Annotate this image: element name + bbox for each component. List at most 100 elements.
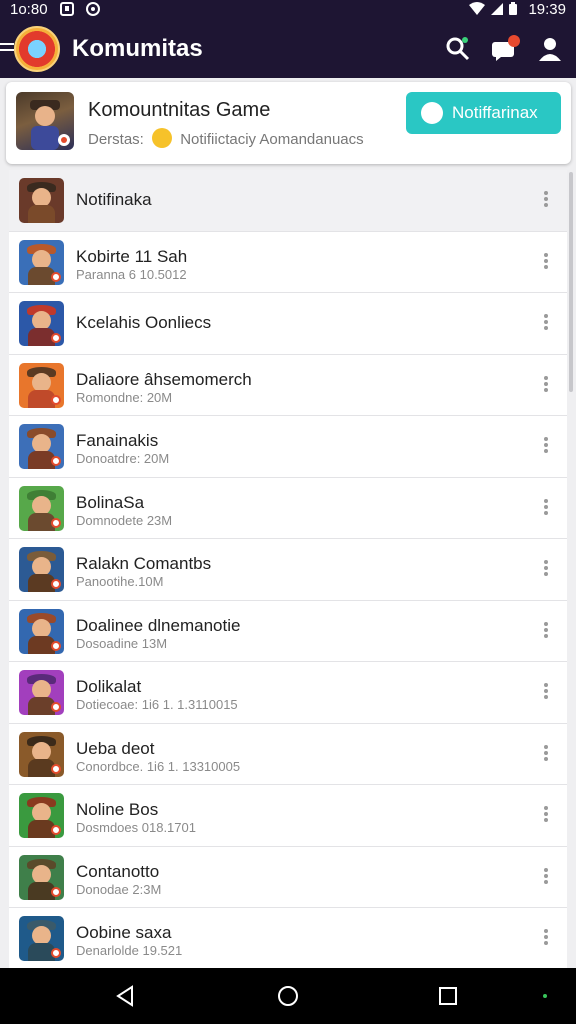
more-options-icon[interactable] xyxy=(541,682,551,702)
list-item-thumbnail xyxy=(19,301,64,346)
wifi-icon xyxy=(469,2,485,15)
battery-icon xyxy=(509,2,517,15)
featured-subtitle-text: Notifiictaciy Aomandanuacs xyxy=(180,131,364,148)
back-icon[interactable] xyxy=(112,982,140,1010)
list-item[interactable]: BolinaSa Domnodete 23M xyxy=(9,478,567,539)
more-options-icon[interactable] xyxy=(541,190,551,210)
game-badge-icon xyxy=(51,517,61,528)
character-avatar-icon xyxy=(30,100,70,150)
list-item-subtitle: Denarlolde 19.521 xyxy=(76,943,183,958)
list-item-thumbnail xyxy=(19,485,64,531)
status-time-right: 19:39 xyxy=(528,1,566,18)
game-badge-icon xyxy=(51,702,61,712)
list-item-subtitle: Panootihe.10M xyxy=(76,574,164,589)
list-item-subtitle: Paranna 6 10.5012 xyxy=(76,266,187,282)
list-item-title: Oobine saxa xyxy=(76,923,172,942)
scrollbar[interactable] xyxy=(569,172,573,392)
more-options-icon[interactable] xyxy=(541,928,551,948)
app-logo[interactable] xyxy=(14,26,60,72)
list-item-thumbnail xyxy=(19,670,64,715)
list-item[interactable]: Contanotto Donodae 2:3M xyxy=(9,847,567,908)
list-item-subtitle: Domnodete 23M xyxy=(76,512,173,528)
list-item-subtitle: Dosoadine 13M xyxy=(76,635,168,651)
list-item-title: BolinaSa xyxy=(76,492,145,512)
more-options-icon[interactable] xyxy=(541,744,551,764)
list-item-title: Daliaore âhsemomerch xyxy=(76,369,252,389)
more-options-icon[interactable] xyxy=(541,559,551,579)
list-item[interactable]: Ueba deot Conordbce. 1i6 1. 13310005 xyxy=(9,724,567,785)
list-item[interactable]: Doalinee dlnemanotie Dosoadine 13M xyxy=(9,601,567,662)
featured-subtitle: Derstas: Notifiictaciy Aomandanuacs xyxy=(88,128,364,148)
list-item[interactable]: Fanainakis Donoatdre: 20M xyxy=(9,416,567,478)
profile-icon[interactable] xyxy=(536,35,564,63)
notification-app-icon xyxy=(60,2,74,16)
more-options-icon[interactable] xyxy=(541,252,551,272)
notification-badge xyxy=(508,35,520,47)
game-badge-icon xyxy=(51,579,61,589)
more-options-icon[interactable] xyxy=(541,867,551,887)
more-options-icon[interactable] xyxy=(541,313,551,333)
game-badge-icon xyxy=(51,394,61,405)
list-item-title: Kcelahis Oonliecs xyxy=(76,313,212,332)
game-badge-icon xyxy=(51,763,61,774)
navigation-bar xyxy=(0,968,576,1024)
notifications-button-label: Notiffarinax xyxy=(452,103,538,122)
game-badge-icon xyxy=(51,886,61,897)
game-badge-icon xyxy=(51,456,61,466)
search-icon[interactable] xyxy=(444,35,472,63)
list-item[interactable]: Kobirte 11 Sah Paranna 6 10.5012 xyxy=(9,232,567,293)
list-item-subtitle: Conordbce. 1i6 1. 13310005 xyxy=(76,758,241,774)
list-header-row[interactable]: Notifinaka xyxy=(9,170,567,232)
featured-title: Komountnitas Game xyxy=(88,99,271,121)
notification-circle-icon xyxy=(86,2,100,16)
list-item-subtitle: Dotiecoae: 1i6 1. 1.3110015 xyxy=(76,697,238,712)
app-title: Komumitas xyxy=(72,35,203,62)
emoji-icon xyxy=(152,128,173,148)
list-item-thumbnail xyxy=(19,731,64,777)
more-options-icon[interactable] xyxy=(541,375,551,395)
featured-subtitle-prefix: Derstas: xyxy=(88,131,144,148)
list-item[interactable]: Ralakn Comantbs Panootihe.10M xyxy=(9,539,567,601)
list-item-thumbnail xyxy=(19,793,64,838)
notification-list: Notifinaka Kobirte 11 Sah Paranna 6 10.50… xyxy=(9,170,567,968)
game-badge-icon xyxy=(51,825,61,835)
game-badge-icon xyxy=(51,948,61,958)
game-badge-icon xyxy=(51,640,61,651)
game-badge-icon xyxy=(51,333,61,343)
list-header-label: Notifinaka xyxy=(76,190,152,209)
signal-icon xyxy=(491,3,503,15)
recent-apps-icon[interactable] xyxy=(434,982,462,1010)
more-options-icon[interactable] xyxy=(541,621,551,641)
menu-icon[interactable] xyxy=(0,40,14,54)
list-item[interactable]: Kcelahis Oonliecs xyxy=(9,293,567,355)
notification-toggle-icon xyxy=(421,102,443,124)
list-item-thumbnail xyxy=(19,424,64,469)
list-item[interactable]: Noline Bos Dosmdoes 018.1701 xyxy=(9,785,567,847)
more-options-icon[interactable] xyxy=(541,498,551,518)
home-icon[interactable] xyxy=(274,982,302,1010)
status-bar: 1o:80 19:39 xyxy=(0,0,576,20)
status-time-left: 1o:80 xyxy=(10,1,48,18)
more-options-icon[interactable] xyxy=(541,805,551,825)
list-item-thumbnail xyxy=(19,854,64,900)
app-bar: Komumitas xyxy=(0,20,576,78)
list-item-title: Ralakn Comantbs xyxy=(76,554,212,573)
featured-thumbnail xyxy=(16,92,74,150)
list-item-title: Contanotto xyxy=(76,861,160,881)
list-item-thumbnail xyxy=(19,916,64,961)
list-item-title: Fanainakis xyxy=(76,431,159,450)
notifications-button[interactable]: Notiffarinax xyxy=(406,92,561,134)
list-item-title: Noline Bos xyxy=(76,800,159,819)
list-item-thumbnail xyxy=(19,362,64,408)
list-header-thumbnail xyxy=(19,178,64,223)
list-item[interactable]: Dolikalat Dotiecoae: 1i6 1. 1.3110015 xyxy=(9,662,567,724)
list-item-subtitle: Donoatdre: 20M xyxy=(76,451,170,466)
featured-card[interactable]: Komountnitas Game Derstas: Notifiictaciy… xyxy=(6,82,571,164)
list-item-thumbnail xyxy=(19,547,64,592)
more-options-icon[interactable] xyxy=(541,436,551,456)
list-item[interactable]: Daliaore âhsemomerch Romondne: 20M xyxy=(9,355,567,416)
list-item[interactable]: Oobine saxa Denarlolde 19.521 xyxy=(9,908,567,968)
list-item-thumbnail xyxy=(19,239,64,285)
list-item-title: Kobirte 11 Sah xyxy=(76,246,188,266)
list-item-thumbnail xyxy=(19,608,64,654)
